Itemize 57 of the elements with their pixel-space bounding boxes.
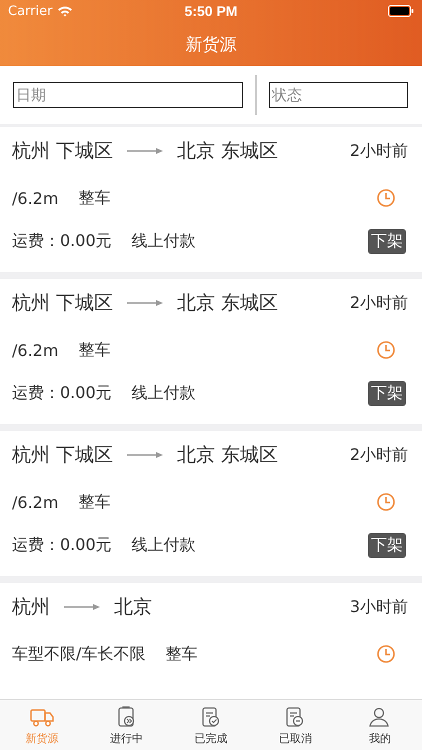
freight-fee: 运费：0.00元	[12, 534, 112, 556]
battery-icon	[388, 5, 414, 17]
origin-city: 杭州	[12, 595, 50, 620]
posted-time: 2小时前	[350, 444, 408, 466]
destination-city: 北京 东城区	[177, 291, 278, 316]
load-type: 整车	[78, 492, 110, 512]
delist-button[interactable]: 下架	[368, 228, 406, 254]
delist-button[interactable]: 下架	[368, 380, 406, 406]
tab-item[interactable]: 已取消	[253, 700, 338, 750]
delist-button[interactable]: 下架	[368, 532, 406, 558]
vehicle-spec: 车型不限/车长不限	[12, 644, 146, 664]
cargo-card[interactable]: 杭州 下城区 北京 东城区 2小时前 /6.2m 整车 运费：0.00元 线上付款 下架	[0, 431, 422, 576]
vehicle-spec: /6.2m	[12, 340, 58, 360]
cargo-card[interactable]: 杭州 下城区 北京 东城区 2小时前 /6.2m 整车 运费：0.00元 线上付款 下架	[0, 279, 422, 424]
tab-item[interactable]: 我的	[338, 700, 422, 750]
destination-city: 北京	[114, 595, 152, 620]
posted-time: 2小时前	[350, 292, 408, 314]
origin-city: 杭州 下城区	[12, 443, 114, 468]
clock-icon	[376, 492, 396, 512]
status-time: 5:50 PM	[184, 3, 238, 19]
payment-method: 线上付款	[132, 230, 196, 252]
tab-label: 已完成	[194, 730, 228, 746]
page-title: 新货源	[186, 34, 236, 56]
destination-city: 北京 东城区	[177, 443, 278, 468]
posted-time: 3小时前	[350, 596, 408, 618]
route-arrow-icon	[64, 603, 100, 611]
cargo-card[interactable]: 杭州 北京 3小时前 车型不限/车长不限 整车	[0, 583, 422, 699]
payment-method: 线上付款	[132, 382, 196, 404]
load-type: 整车	[78, 188, 110, 208]
route-arrow-icon	[127, 451, 164, 459]
cargo-card[interactable]: 杭州 下城区 北京 东城区 2小时前 /6.2m 整车 运费：0.00元 线上付款 下架	[0, 127, 422, 272]
status-field[interactable]: 状态	[269, 82, 408, 108]
tab-label: 已取消	[278, 730, 312, 746]
destination-city: 北京 东城区	[177, 139, 278, 164]
date-field[interactable]: 日期	[13, 82, 243, 108]
tab-label: 我的	[368, 730, 391, 746]
tab-label: 新货源	[26, 730, 59, 746]
clock-icon	[376, 188, 396, 208]
origin-city: 杭州 下城区	[12, 139, 114, 164]
tab-label: 进行中	[110, 730, 144, 746]
carrier-name: Carrier	[8, 4, 52, 18]
vehicle-spec: /6.2m	[12, 492, 58, 512]
route-arrow-icon	[127, 147, 164, 155]
tab-item[interactable]: 进行中	[84, 700, 169, 750]
clock-icon	[376, 644, 396, 664]
origin-city: 杭州 下城区	[12, 291, 114, 316]
clock-icon	[376, 340, 396, 360]
load-type: 整车	[78, 340, 110, 360]
posted-time: 2小时前	[350, 140, 408, 162]
load-type: 整车	[165, 644, 198, 664]
tab-item[interactable]: 已完成	[168, 700, 254, 750]
vehicle-spec: /6.2m	[12, 188, 58, 208]
wifi-icon	[57, 5, 74, 17]
route-arrow-icon	[127, 299, 164, 307]
freight-fee: 运费：0.00元	[12, 230, 112, 252]
freight-fee: 运费：0.00元	[12, 382, 112, 404]
payment-method: 线上付款	[132, 534, 196, 556]
